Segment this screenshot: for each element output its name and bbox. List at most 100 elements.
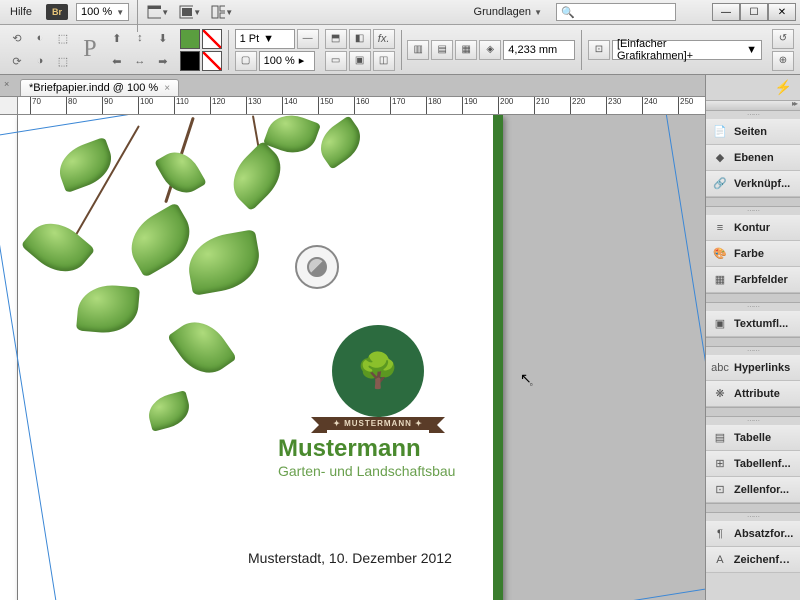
- close-button[interactable]: ✕: [768, 3, 796, 21]
- align-top-icon[interactable]: ⬆: [106, 27, 128, 49]
- align-cen-icon[interactable]: ↔: [129, 50, 151, 72]
- clear-override-icon[interactable]: ↺: [772, 29, 794, 49]
- rotation-handle-icon[interactable]: [295, 245, 339, 289]
- panel-stroke[interactable]: ≡Kontur: [706, 215, 800, 241]
- search-input[interactable]: 🔍: [556, 3, 676, 21]
- wrap-jump-icon[interactable]: ◫: [373, 51, 395, 71]
- ruler-tick: 70: [30, 97, 41, 115]
- wrap-around-icon[interactable]: ▣: [349, 51, 371, 71]
- panel-attributes[interactable]: ❋Attribute: [706, 381, 800, 407]
- new-style-icon[interactable]: ⊕: [772, 51, 794, 71]
- fit-content-icon[interactable]: ▥: [407, 40, 429, 60]
- opacity-icon[interactable]: ▢: [235, 51, 257, 71]
- maximize-button[interactable]: ☐: [740, 3, 768, 21]
- panel-label: Hyperlinks: [734, 362, 790, 374]
- leaf-image: [145, 390, 194, 432]
- flip-h-icon[interactable]: ⟲: [6, 27, 28, 49]
- panel-swatches[interactable]: ▦Farbfelder: [706, 267, 800, 293]
- panel-cellfmt[interactable]: ⊡Zellenfor...: [706, 477, 800, 503]
- workspace-switcher[interactable]: Grundlagen ▼: [468, 1, 548, 24]
- frame-fit-icon[interactable]: ⊡: [588, 40, 610, 60]
- panel-pages[interactable]: 📄Seiten: [706, 119, 800, 145]
- tab-close-icon[interactable]: ×: [164, 83, 170, 94]
- panel-charfmt[interactable]: AZeichenfo...: [706, 547, 800, 573]
- parafmt-icon: ¶: [712, 526, 728, 542]
- leaf-image: [222, 141, 293, 212]
- vertical-ruler[interactable]: [0, 115, 18, 600]
- panel-links[interactable]: 🔗Verknüpf...: [706, 171, 800, 197]
- fx-pathfinder-icon[interactable]: ⬒: [325, 29, 347, 49]
- close-all-icon[interactable]: ×: [4, 79, 9, 89]
- color-icon: 🎨: [712, 246, 728, 262]
- panel-grip[interactable]: [706, 417, 800, 425]
- rotate-icon[interactable]: ◐: [29, 27, 51, 49]
- panel-hyperlinks[interactable]: abc Hyperlinks: [706, 355, 800, 381]
- panel-grip[interactable]: [706, 513, 800, 521]
- object-style-field[interactable]: [Einfacher Grafikrahmen]+▼: [612, 40, 762, 60]
- panel-parafmt[interactable]: ¶ Absatzfor...: [706, 521, 800, 547]
- dimension-field[interactable]: 4,233 mm: [503, 40, 575, 60]
- panel-grip[interactable]: [706, 111, 800, 119]
- stroke-swatch[interactable]: [202, 29, 222, 49]
- view-options-icon[interactable]: ▼: [146, 1, 170, 23]
- panel-grip[interactable]: [706, 303, 800, 311]
- panel-label: Verknüpf...: [734, 178, 790, 190]
- zoom-field[interactable]: 100 % ▼: [76, 3, 129, 21]
- opacity-field[interactable]: 100 %▸: [259, 51, 315, 71]
- ruler-tick: 190: [462, 97, 477, 115]
- align-icon[interactable]: ⬚: [52, 27, 74, 49]
- bridge-icon[interactable]: Br: [46, 4, 68, 20]
- panel-label: Zellenfor...: [734, 484, 789, 496]
- ruler-tick: 130: [246, 97, 261, 115]
- text-stroke-swatch[interactable]: [202, 51, 222, 71]
- panel-label: Ebenen: [734, 152, 774, 164]
- paragraph-marker-icon[interactable]: P: [80, 28, 100, 72]
- document-tab[interactable]: *Briefpapier.indd @ 100 % ×: [20, 79, 179, 96]
- distribute-icon[interactable]: ⬚: [52, 50, 74, 72]
- screen-mode-icon[interactable]: ▼: [178, 1, 202, 23]
- fit-prop-icon[interactable]: ▦: [455, 40, 477, 60]
- fit-frame-icon[interactable]: ▤: [431, 40, 453, 60]
- ruler-tick: 200: [498, 97, 513, 115]
- company-tagline: Garten- und Landschaftsbau: [278, 463, 455, 479]
- panel-grip[interactable]: [706, 347, 800, 355]
- align-left-icon[interactable]: ⬅: [106, 50, 128, 72]
- ruler-tick: 120: [210, 97, 225, 115]
- menu-help[interactable]: Hilfe: [4, 1, 38, 24]
- layers-icon: ◆: [712, 150, 728, 166]
- collapse-dock-button[interactable]: [706, 101, 800, 111]
- fill-swatch[interactable]: [180, 29, 200, 49]
- textwrap-icon: ▣: [712, 316, 728, 332]
- document-page[interactable]: 🌳 ✦ MUSTERMANN ✦ Mustermann Garten- und …: [18, 115, 503, 600]
- chevron-down-icon: ▼: [116, 8, 124, 17]
- ruler-tick: 220: [570, 97, 585, 115]
- arrange-icon[interactable]: ▼: [210, 1, 234, 23]
- panel-table[interactable]: ▤Tabelle: [706, 425, 800, 451]
- text-fill-swatch[interactable]: [180, 51, 200, 71]
- panel-grip[interactable]: [706, 207, 800, 215]
- panel-color[interactable]: 🎨Farbe: [706, 241, 800, 267]
- stroke-style-icon[interactable]: —: [297, 29, 319, 49]
- quick-apply-icon[interactable]: ⚡: [706, 75, 800, 101]
- panel-tablefmt[interactable]: ⊞Tabellenf...: [706, 451, 800, 477]
- minimize-button[interactable]: —: [712, 3, 740, 21]
- flip-v-icon[interactable]: ⟳: [6, 50, 28, 72]
- panel-label: Absatzfor...: [734, 528, 793, 540]
- tab-title: *Briefpapier.indd @ 100 %: [29, 82, 158, 94]
- fx-button[interactable]: fx.: [373, 29, 395, 49]
- canvas-area[interactable]: 🌳 ✦ MUSTERMANN ✦ Mustermann Garten- und …: [0, 115, 705, 600]
- scale-icon[interactable]: ◑: [29, 50, 51, 72]
- align-mid-icon[interactable]: ↕: [129, 27, 151, 49]
- horizontal-ruler[interactable]: 7080901001101201301401501601701801902002…: [0, 97, 800, 115]
- panel-layers[interactable]: ◆ Ebenen: [706, 145, 800, 171]
- panel-textwrap[interactable]: ▣Textumfl...: [706, 311, 800, 337]
- fit-center-icon[interactable]: ◈: [479, 40, 501, 60]
- hyperlinks-icon: abc: [712, 360, 728, 376]
- align-bot-icon[interactable]: ⬇: [152, 27, 174, 49]
- fx-corner-icon[interactable]: ◧: [349, 29, 371, 49]
- align-right-icon[interactable]: ➡: [152, 50, 174, 72]
- ruler-origin-icon[interactable]: [0, 97, 18, 115]
- stroke-weight-field[interactable]: 1 Pt▼: [235, 29, 295, 49]
- company-text: Mustermann Garten- und Landschaftsbau: [278, 435, 455, 479]
- wrap-none-icon[interactable]: ▭: [325, 51, 347, 71]
